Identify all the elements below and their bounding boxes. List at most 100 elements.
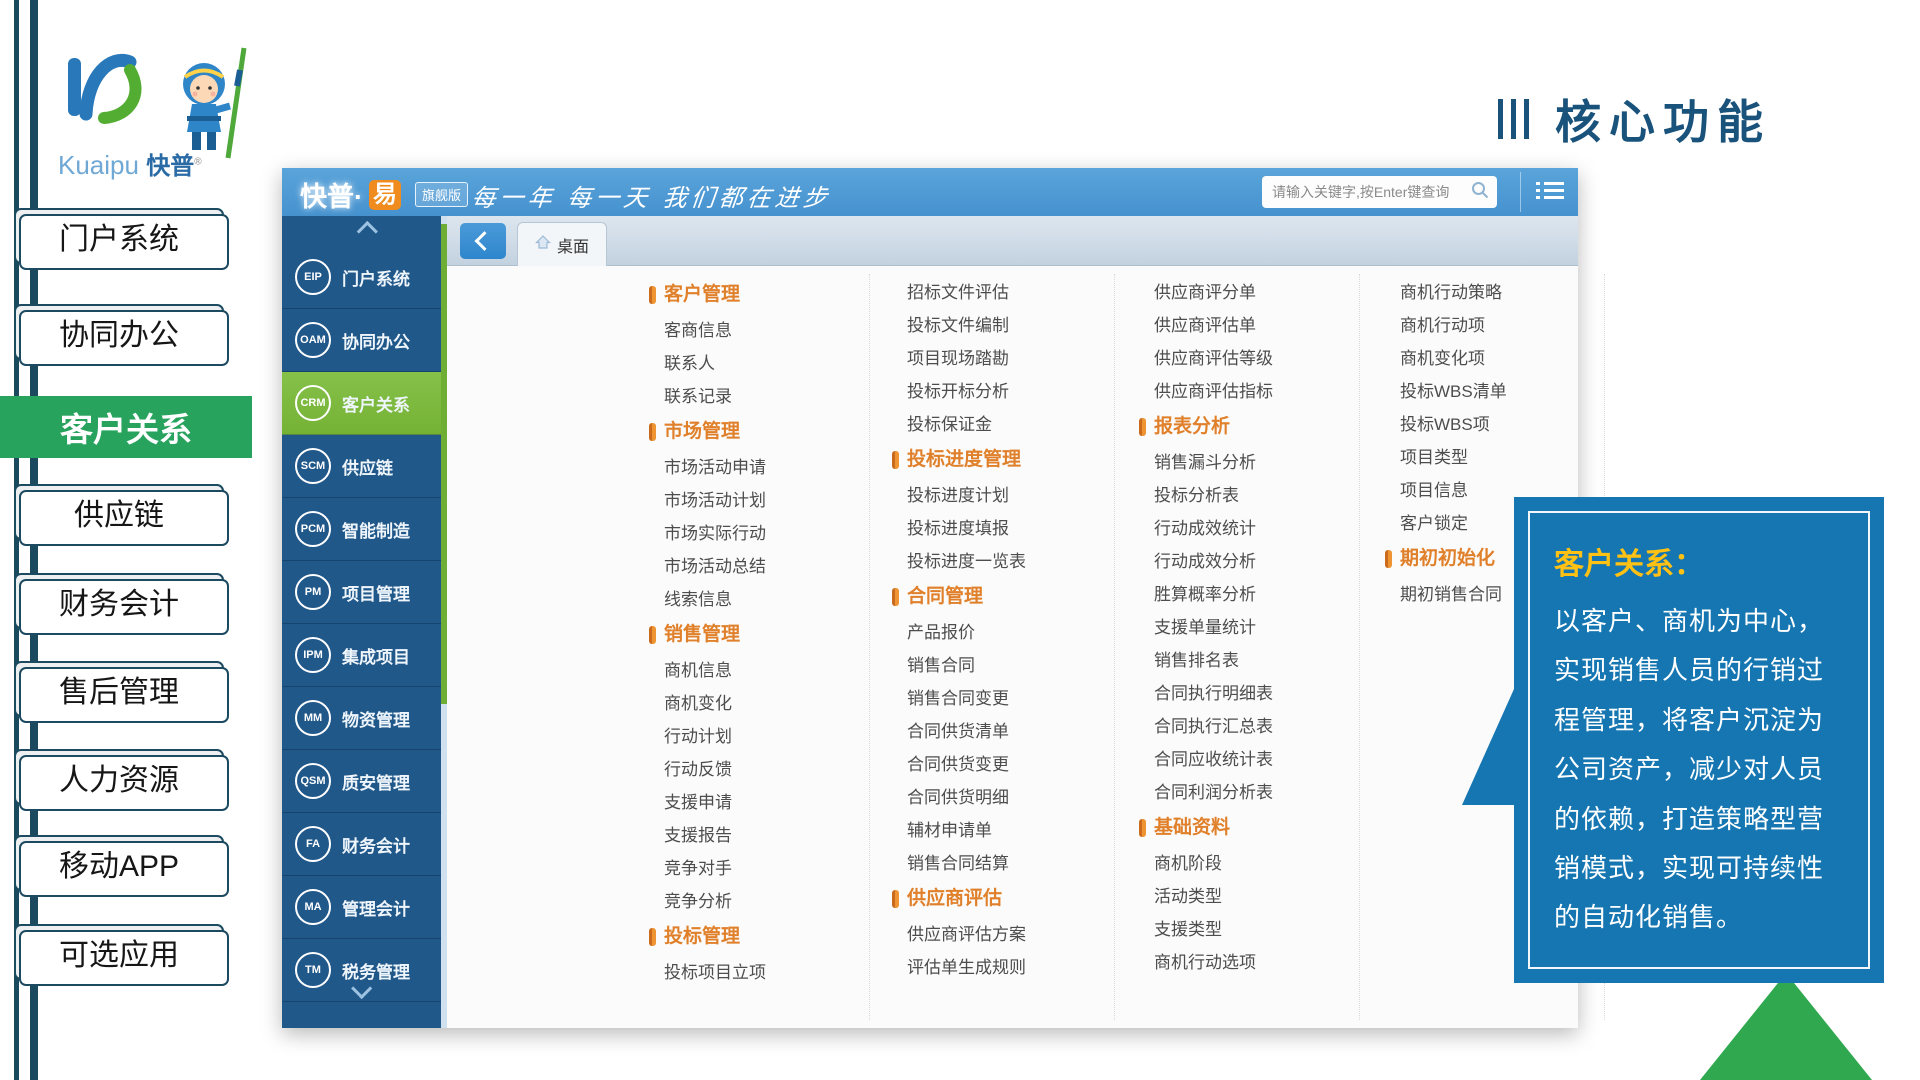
menu-item[interactable]: 销售漏斗分析: [1139, 446, 1369, 479]
sidebar-item-6[interactable]: 人力资源: [14, 749, 224, 805]
menu-item[interactable]: 支援类型: [1139, 913, 1369, 946]
callout-body: 以客户、商机为中心，实现销售人员的行销过程管理，将客户沉淀为公司资产，减少对人员…: [1554, 597, 1844, 943]
nav-item-scm[interactable]: SCM供应链: [282, 435, 447, 498]
search-icon[interactable]: [1471, 181, 1489, 204]
nav-badge-icon: IPM: [295, 637, 331, 673]
menu-item[interactable]: 辅材申请单: [892, 814, 1122, 847]
menu-item[interactable]: 线索信息: [649, 583, 879, 616]
menu-item[interactable]: 商机信息: [649, 654, 879, 687]
menu-item[interactable]: 项目类型: [1385, 441, 1615, 474]
nav-item-eip[interactable]: EIP门户系统: [282, 246, 447, 309]
menu-item[interactable]: 合同供货变更: [892, 748, 1122, 781]
nav-item-ma[interactable]: MA管理会计: [282, 876, 447, 939]
menu-item[interactable]: 合同供货明细: [892, 781, 1122, 814]
menu-item[interactable]: 商机行动项: [1385, 309, 1615, 342]
menu-item[interactable]: 投标文件编制: [892, 309, 1122, 342]
menu-item[interactable]: 评估单生成规则: [892, 951, 1122, 984]
sidebar-item-5[interactable]: 售后管理: [14, 661, 224, 717]
menu-item[interactable]: 合同应收统计表: [1139, 743, 1369, 776]
nav-item-qsm[interactable]: QSM质安管理: [282, 750, 447, 813]
back-button[interactable]: [460, 223, 506, 259]
menu-item[interactable]: 商机行动策略: [1385, 276, 1615, 309]
menu-item[interactable]: 支援申请: [649, 786, 879, 819]
menu-column-3: 供应商评分单供应商评估单供应商评估等级供应商评估指标报表分析销售漏斗分析投标分析…: [1139, 276, 1369, 979]
menu-item[interactable]: 竞争对手: [649, 852, 879, 885]
sidebar-item-label: 协同办公: [59, 310, 179, 354]
menu-item[interactable]: 投标进度填报: [892, 512, 1122, 545]
menu-item[interactable]: 招标文件评估: [892, 276, 1122, 309]
nav-item-oam[interactable]: OAM协同办公: [282, 309, 447, 372]
nav-badge-icon: QSM: [295, 763, 331, 799]
menu-item[interactable]: 合同利润分析表: [1139, 776, 1369, 809]
nav-item-pm[interactable]: PM项目管理: [282, 561, 447, 624]
menu-item[interactable]: 市场活动总结: [649, 550, 879, 583]
nav-badge-icon: MM: [295, 700, 331, 736]
nav-scroll-down-button[interactable]: [282, 976, 447, 1000]
menu-item[interactable]: 供应商评估等级: [1139, 342, 1369, 375]
menu-item[interactable]: 商机变化项: [1385, 342, 1615, 375]
menu-item[interactable]: 销售合同变更: [892, 682, 1122, 715]
menu-item[interactable]: 销售排名表: [1139, 644, 1369, 677]
logo-latin: Kuaipu: [58, 150, 139, 180]
sidebar-item-4[interactable]: 财务会计: [14, 573, 224, 629]
search-input[interactable]: [1270, 183, 1471, 201]
nav-item-pcm[interactable]: PCM智能制造: [282, 498, 447, 561]
nav-item-mm[interactable]: MM物资管理: [282, 687, 447, 750]
menu-item[interactable]: 行动反馈: [649, 753, 879, 786]
menu-list-icon[interactable]: [1536, 182, 1564, 202]
menu-item[interactable]: 投标分析表: [1139, 479, 1369, 512]
menu-item[interactable]: 联系记录: [649, 380, 879, 413]
sidebar-item-label: 可选应用: [59, 930, 179, 974]
menu-item[interactable]: 竞争分析: [649, 885, 879, 918]
menu-item[interactable]: 投标进度一览表: [892, 545, 1122, 578]
menu-item[interactable]: 销售合同: [892, 649, 1122, 682]
menu-item[interactable]: 供应商评分单: [1139, 276, 1369, 309]
menu-item[interactable]: 投标项目立项: [649, 956, 879, 989]
menu-item[interactable]: 行动计划: [649, 720, 879, 753]
menu-item[interactable]: 供应商评估方案: [892, 918, 1122, 951]
sidebar-item-1[interactable]: 协同办公: [14, 304, 224, 360]
sidebar-item-3[interactable]: 供应链: [14, 484, 224, 540]
logo-reg: ®: [194, 156, 201, 167]
menu-item[interactable]: 联系人: [649, 347, 879, 380]
menu-item[interactable]: 支援报告: [649, 819, 879, 852]
menu-section-header: 供应商评估: [892, 880, 1122, 918]
menu-item[interactable]: 市场活动计划: [649, 484, 879, 517]
menu-item[interactable]: 供应商评估单: [1139, 309, 1369, 342]
nav-item-fa[interactable]: FA财务会计: [282, 813, 447, 876]
menu-item[interactable]: 产品报价: [892, 616, 1122, 649]
menu-item[interactable]: 支援单量统计: [1139, 611, 1369, 644]
menu-item[interactable]: 合同供货清单: [892, 715, 1122, 748]
menu-item[interactable]: 商机阶段: [1139, 847, 1369, 880]
menu-item[interactable]: 项目现场踏勘: [892, 342, 1122, 375]
menu-item[interactable]: 销售合同结算: [892, 847, 1122, 880]
menu-item[interactable]: 胜算概率分析: [1139, 578, 1369, 611]
tab-bar: 桌面: [447, 216, 1578, 266]
section-bullet-icon: [1139, 418, 1146, 436]
menu-item[interactable]: 投标WBS项: [1385, 408, 1615, 441]
nav-item-ipm[interactable]: IPM集成项目: [282, 624, 447, 687]
menu-item[interactable]: 客商信息: [649, 314, 879, 347]
menu-item[interactable]: 行动成效统计: [1139, 512, 1369, 545]
menu-item[interactable]: 投标WBS清单: [1385, 375, 1615, 408]
menu-item[interactable]: 合同执行明细表: [1139, 677, 1369, 710]
sidebar-item-7[interactable]: 移动APP: [14, 835, 224, 891]
tab-desktop[interactable]: 桌面: [517, 222, 607, 266]
menu-item[interactable]: 活动类型: [1139, 880, 1369, 913]
menu-item[interactable]: 投标保证金: [892, 408, 1122, 441]
sidebar-item-8[interactable]: 可选应用: [14, 924, 224, 980]
menu-item[interactable]: 商机行动选项: [1139, 946, 1369, 979]
menu-item[interactable]: 合同执行汇总表: [1139, 710, 1369, 743]
menu-item[interactable]: 商机变化: [649, 687, 879, 720]
kuaipu-logo-text: Kuaipu 快普®: [58, 146, 278, 181]
sidebar-item-2[interactable]: 客户关系: [0, 396, 252, 458]
sidebar-item-0[interactable]: 门户系统: [14, 208, 224, 264]
menu-item[interactable]: 行动成效分析: [1139, 545, 1369, 578]
menu-item[interactable]: 投标开标分析: [892, 375, 1122, 408]
nav-scroll-up-button[interactable]: [282, 216, 447, 246]
menu-item[interactable]: 供应商评估指标: [1139, 375, 1369, 408]
menu-item[interactable]: 市场活动申请: [649, 451, 879, 484]
menu-item[interactable]: 市场实际行动: [649, 517, 879, 550]
menu-item[interactable]: 投标进度计划: [892, 479, 1122, 512]
nav-item-crm[interactable]: CRM客户关系: [282, 372, 447, 435]
